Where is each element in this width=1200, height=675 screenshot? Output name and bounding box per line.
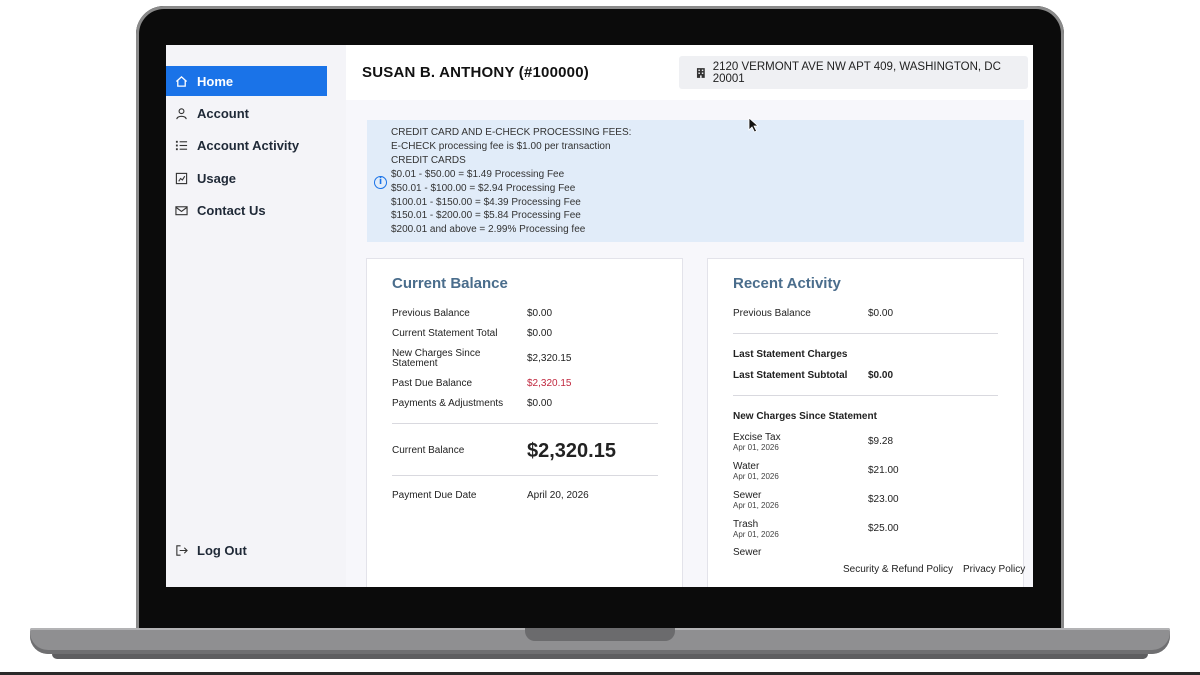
banner-line: $150.01 - $200.00 = $5.84 Processing Fee: [391, 210, 581, 222]
banner-line: $0.01 - $50.00 = $1.49 Processing Fee: [391, 168, 565, 180]
charge-date: Apr 01, 2026: [733, 472, 779, 481]
row-value: $0.00: [868, 308, 894, 319]
info-icon: i: [374, 176, 387, 189]
charge-value: $25.00: [868, 523, 899, 534]
row-value: $0.00: [527, 308, 553, 319]
row-value: $2,320.15: [527, 353, 572, 364]
banner-line: $100.01 - $150.00 = $4.39 Processing Fee: [391, 196, 581, 208]
security-refund-policy-link[interactable]: Security & Refund Policy: [843, 564, 953, 575]
divider: [392, 423, 658, 424]
row-label: Payments & Adjustments: [392, 398, 504, 409]
logout-button[interactable]: Log Out: [166, 535, 327, 565]
charge-date: Apr 01, 2026: [733, 501, 779, 510]
sidebar-item-account-activity[interactable]: Account Activity: [166, 130, 327, 160]
sidebar-item-label: Usage: [197, 170, 237, 186]
sidebar-item-label: Account Activity: [197, 137, 300, 153]
processing-fees-banner: i CREDIT CARD AND E-CHECK PROCESSING FEE…: [367, 120, 1024, 242]
laptop-shadow: [52, 654, 1148, 659]
address-text: 2120 VERMONT AVE NW APT 409, WASHINGTON,…: [712, 60, 1001, 85]
page-header: SUSAN B. ANTHONY (#100000) 2120 VERMONT …: [346, 45, 1033, 100]
row-label: New Charges Since Statement: [392, 348, 481, 369]
privacy-policy-link[interactable]: Privacy Policy: [963, 564, 1025, 575]
charge-date: Apr 01, 2026: [733, 530, 779, 539]
laptop-notch: [525, 628, 675, 641]
past-due-value: $2,320.15: [527, 378, 572, 389]
banner-line: $200.01 and above = 2.99% Processing fee: [391, 224, 586, 236]
due-date-label: Payment Due Date: [392, 490, 477, 501]
last-statement-heading: Last Statement Charges: [733, 349, 848, 360]
banner-line: CREDIT CARD AND E-CHECK PROCESSING FEES:: [391, 127, 632, 138]
current-balance-title: Current Balance: [392, 275, 508, 292]
charge-label: Trash: [733, 519, 759, 530]
charge-value: $23.00: [868, 494, 899, 505]
app-screen: Home Account Account Activity Usage Cont…: [166, 45, 1033, 587]
sidebar-item-home[interactable]: Home: [166, 66, 327, 96]
sidebar-item-label: Home: [197, 73, 234, 89]
charge-label: Sewer: [733, 490, 762, 501]
sidebar-item-contact-us[interactable]: Contact Us: [166, 195, 327, 225]
sidebar: Home Account Account Activity Usage Cont…: [166, 45, 346, 587]
account-name: SUSAN B. ANTHONY (#100000): [362, 64, 589, 81]
charge-value: $9.28: [868, 436, 894, 447]
current-balance-row: Current Balance $2,320.15: [392, 440, 658, 466]
banner-line: $50.01 - $100.00 = $2.94 Processing Fee: [391, 182, 576, 194]
banner-line: E-CHECK processing fee is $1.00 per tran…: [391, 140, 611, 152]
mail-icon: [174, 203, 188, 217]
recent-activity-card: Recent Activity Previous Balance $0.00 L…: [707, 258, 1024, 587]
logout-icon: [174, 543, 188, 557]
charge-label: Excise Tax: [733, 432, 781, 443]
row-label: Last Statement Subtotal: [733, 370, 848, 381]
charge-date: Apr 01, 2026: [733, 443, 779, 452]
row-value: $0.00: [527, 328, 553, 339]
row-label: Current Statement Total: [392, 328, 498, 339]
building-icon: [696, 67, 705, 78]
user-icon: [174, 106, 188, 120]
chart-icon: [174, 171, 188, 185]
row-value: $0.00: [527, 398, 553, 409]
new-charges-heading: New Charges Since Statement: [733, 411, 877, 422]
charge-label: Water: [733, 461, 760, 472]
sidebar-item-usage[interactable]: Usage: [166, 163, 327, 193]
divider: [733, 333, 998, 334]
recent-activity-title: Recent Activity: [733, 275, 841, 292]
logout-label: Log Out: [197, 542, 247, 558]
row-label: Past Due Balance: [392, 378, 473, 389]
sidebar-item-account[interactable]: Account: [166, 98, 327, 128]
divider: [733, 395, 998, 396]
home-icon: [174, 74, 188, 88]
current-balance-label: Current Balance: [392, 445, 465, 456]
mouse-cursor-icon: [748, 117, 760, 133]
sidebar-item-label: Account: [197, 105, 249, 121]
current-balance-amount: $2,320.15: [527, 440, 616, 462]
row-label: Previous Balance: [392, 308, 470, 319]
row-label: Previous Balance: [733, 308, 811, 319]
row-value: $0.00: [868, 370, 894, 381]
list-icon: [174, 138, 188, 152]
due-date-value: April 20, 2026: [527, 490, 589, 501]
current-balance-card: Current Balance Previous Balance $0.00 C…: [366, 258, 683, 587]
banner-line: CREDIT CARDS: [391, 154, 466, 166]
address-selector[interactable]: 2120 VERMONT AVE NW APT 409, WASHINGTON,…: [679, 56, 1028, 89]
sidebar-item-label: Contact Us: [197, 202, 266, 218]
charge-label: Sewer: [733, 547, 762, 558]
charge-value: $21.00: [868, 465, 899, 476]
divider: [392, 475, 658, 476]
